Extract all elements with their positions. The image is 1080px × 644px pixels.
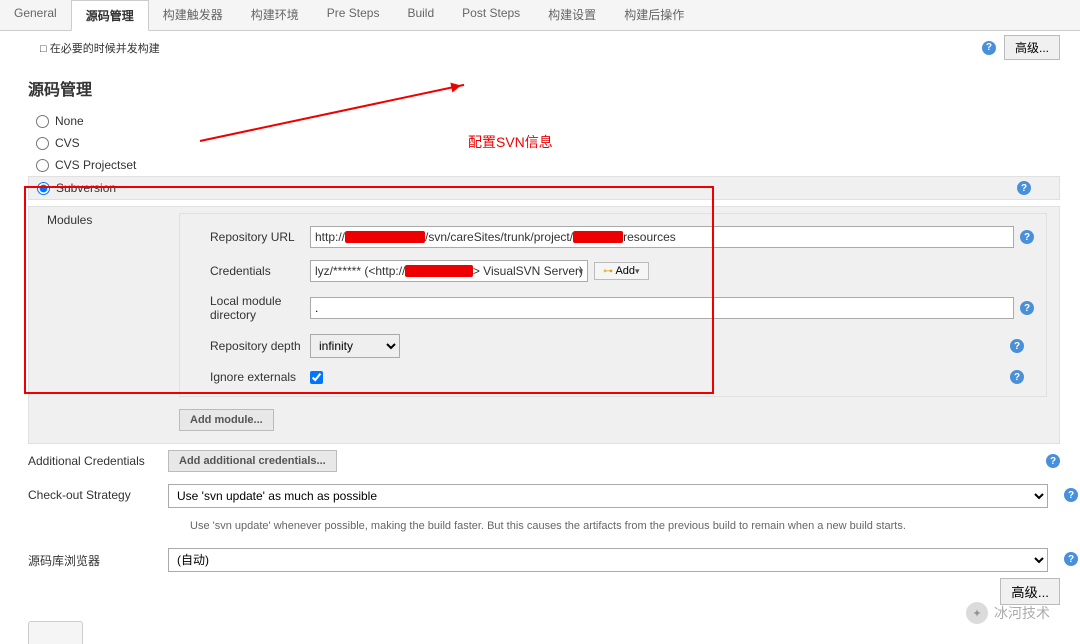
wechat-icon: ✦ [966, 602, 988, 624]
concurrent-build-option: □ 在必要的时候并发构建 [40, 40, 160, 56]
repo-url-suffix: resources [623, 230, 676, 244]
modules-label: Modules [29, 213, 179, 227]
radio-none[interactable] [36, 115, 49, 128]
add-credentials-button[interactable]: ⊶ Add▾ [594, 262, 649, 280]
depth-label: Repository depth [180, 339, 310, 353]
credentials-label: Credentials [180, 264, 310, 278]
local-dir-input[interactable] [310, 297, 1014, 319]
tab-env[interactable]: 构建环境 [237, 0, 313, 30]
tab-triggers[interactable]: 构建触发器 [149, 0, 237, 30]
scm-option-none[interactable]: None [28, 110, 1060, 132]
help-icon[interactable]: ? [1010, 339, 1024, 353]
help-icon[interactable]: ? [1064, 552, 1078, 566]
repo-url-input[interactable]: http:// /svn/careSites/trunk/project/reso… [310, 226, 1014, 248]
help-icon[interactable]: ? [1046, 454, 1060, 468]
additional-credentials-label: Additional Credentials [28, 450, 168, 468]
scm-option-subversion[interactable]: Subversion ? [28, 176, 1060, 200]
checkout-strategy-select[interactable]: Use 'svn update' as much as possible [168, 484, 1048, 508]
cred-prefix: lyz/****** (<http:// [315, 264, 405, 278]
tab-post-build[interactable]: 构建后操作 [610, 0, 698, 30]
local-dir-label: Local module directory [180, 294, 310, 322]
tab-pre-steps[interactable]: Pre Steps [313, 0, 394, 30]
key-icon: ⊶ [603, 266, 613, 277]
help-icon[interactable]: ? [1010, 370, 1024, 384]
credentials-select[interactable]: lyz/****** (<http:// > VisualSVN Server) [310, 260, 588, 282]
add-btn-label: Add [615, 265, 635, 277]
radio-label: CVS [55, 136, 80, 150]
module-fields: Repository URL http:// /svn/careSites/tru… [179, 213, 1047, 397]
scm-radio-group: None CVS CVS Projectset Subversion ? [28, 110, 1060, 200]
tab-build-settings[interactable]: 构建设置 [534, 0, 610, 30]
tab-scm[interactable]: 源码管理 [71, 0, 149, 31]
redacted-path [573, 231, 623, 243]
help-icon[interactable]: ? [982, 41, 996, 55]
tab-post-steps[interactable]: Post Steps [448, 0, 534, 30]
ignore-externals-label: Ignore externals [180, 370, 310, 384]
repo-browser-select[interactable]: (自动) [168, 548, 1048, 572]
repo-url-mid: /svn/careSites/trunk/project/ [425, 230, 573, 244]
watermark-text: 冰河技术 [994, 603, 1050, 623]
repo-url-label: Repository URL [180, 230, 310, 244]
ignore-externals-checkbox[interactable] [310, 371, 323, 384]
checkout-strategy-label: Check-out Strategy [28, 484, 168, 502]
watermark: ✦ 冰河技术 [966, 602, 1050, 624]
help-icon[interactable]: ? [1064, 488, 1078, 502]
help-icon[interactable]: ? [1017, 181, 1031, 195]
depth-select[interactable]: infinity [310, 334, 400, 358]
annotation-text: 配置SVN信息 [468, 132, 553, 152]
tab-build[interactable]: Build [393, 0, 448, 30]
bottom-tab-stub[interactable] [28, 621, 83, 644]
help-icon[interactable]: ? [1020, 230, 1034, 244]
scm-option-cvs-projectset[interactable]: CVS Projectset [28, 154, 1060, 176]
checkout-strategy-desc: Use 'svn update' whenever possible, maki… [170, 520, 1080, 532]
repo-url-prefix: http:// [315, 230, 345, 244]
tab-general[interactable]: General [0, 0, 71, 30]
repo-browser-advanced-button[interactable]: 高级... [1000, 578, 1060, 605]
add-module-button[interactable]: Add module... [179, 409, 274, 431]
subversion-config-block: Modules Repository URL http:// /svn/careS… [28, 206, 1060, 444]
redacted-host [345, 231, 425, 243]
add-additional-credentials-button[interactable]: Add additional credentials... [168, 450, 337, 472]
cred-suffix: > VisualSVN Server) [473, 264, 583, 278]
radio-label: Subversion [56, 181, 116, 195]
radio-cvs[interactable] [36, 137, 49, 150]
radio-label: CVS Projectset [55, 158, 136, 172]
help-icon[interactable]: ? [1020, 301, 1034, 315]
advanced-button[interactable]: 高级... [1004, 35, 1060, 60]
config-tabs: General 源码管理 构建触发器 构建环境 Pre Steps Build … [0, 0, 1080, 31]
repo-browser-label: 源码库浏览器 [28, 548, 168, 569]
redacted-cred-host [405, 265, 472, 277]
radio-subversion[interactable] [37, 182, 50, 195]
radio-cvs-projectset[interactable] [36, 159, 49, 172]
section-title-scm: 源码管理 [28, 76, 1060, 100]
radio-label: None [55, 114, 84, 128]
